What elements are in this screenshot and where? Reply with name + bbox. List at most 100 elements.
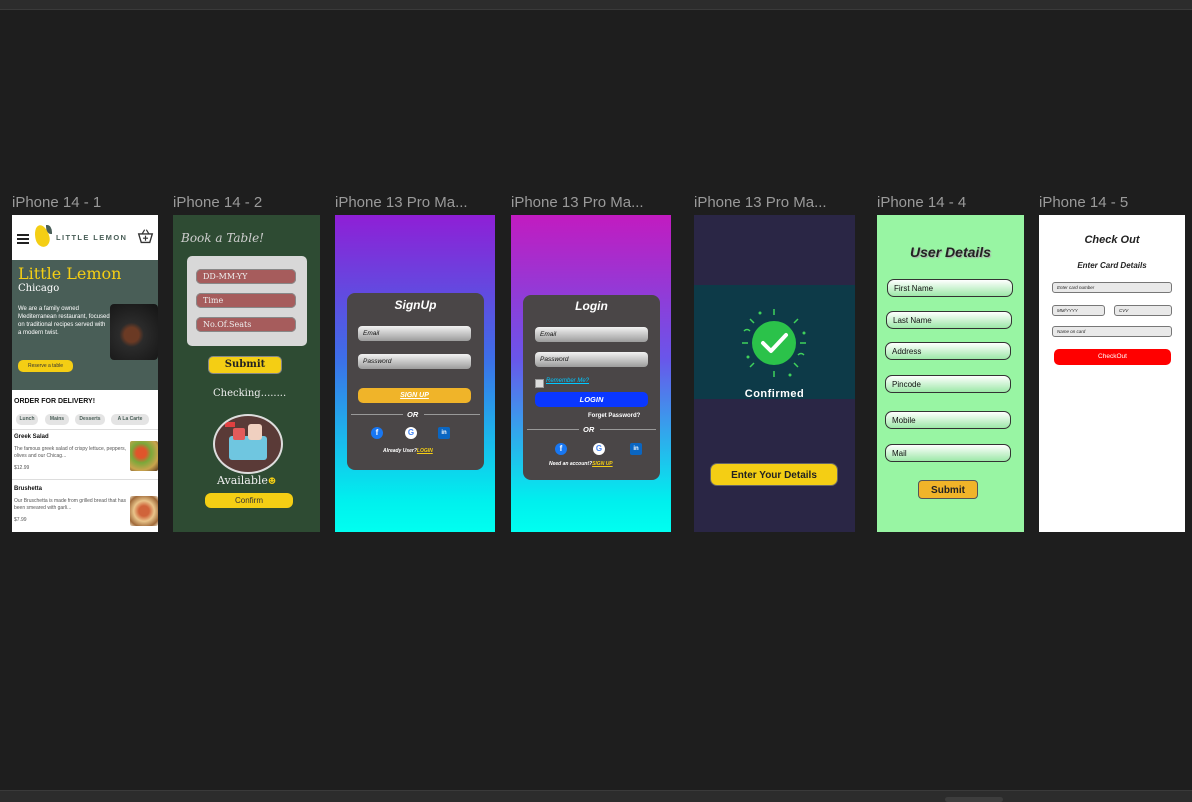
dish-name[interactable]: Brushetta (14, 486, 42, 492)
login-button[interactable]: LOGIN (535, 392, 648, 407)
frame-label-confirmed[interactable]: iPhone 13 Pro Ma... (694, 194, 854, 211)
category-lunch[interactable]: Lunch (16, 414, 38, 425)
remember-label[interactable]: Remember Me? (546, 378, 589, 384)
page-title: Check Out (1084, 234, 1140, 246)
signup-card: SignUp Email Password SIGN UP OR f G in … (347, 293, 484, 470)
dish-description: The famous greek salad of crispy lettuce… (14, 446, 127, 459)
reserve-table-button[interactable]: Reserve a table (18, 360, 73, 372)
available-text: Available☻ (217, 474, 276, 487)
signup-footer: Already User?LOGIN (383, 448, 433, 454)
signup-link[interactable]: SIGN UP (592, 461, 613, 467)
enter-details-button[interactable]: Enter Your Details (710, 463, 838, 486)
frame-label-iphone14-1[interactable]: iPhone 14 - 1 (12, 194, 158, 211)
card-number-field[interactable]: Enter card number (1052, 282, 1172, 293)
category-mains[interactable]: Mains (45, 414, 69, 425)
brand-name: LITTLE LEMON (56, 233, 128, 242)
greek-salad-image (130, 441, 158, 471)
dish-name[interactable]: Greek Salad (14, 434, 49, 440)
forgot-password-link[interactable]: Forget Password? (588, 413, 640, 419)
pincode-field[interactable]: Pincode (885, 375, 1011, 393)
restaurant-illustration (213, 414, 283, 474)
date-field[interactable]: DD-MM-YY (196, 269, 296, 284)
divider (527, 429, 579, 430)
mobile-field[interactable]: Mobile (885, 411, 1011, 429)
confirm-button[interactable]: Confirm (205, 493, 293, 508)
last-name-field[interactable]: Last Name (886, 311, 1012, 329)
or-text: OR (407, 410, 419, 419)
check-circle-icon (742, 309, 806, 377)
or-text: OR (583, 425, 595, 434)
scrollbar-handle[interactable] (945, 797, 1003, 802)
hero-subtitle: Chicago (18, 283, 60, 294)
login-card: Login Email Password Remember Me? LOGIN … (523, 295, 660, 480)
category-a-la-carte[interactable]: A La Carte (111, 414, 149, 425)
facebook-icon[interactable]: f (555, 443, 567, 455)
email-field[interactable]: Email (535, 327, 648, 342)
frame-confirmed[interactable]: Confirmed Enter Your Details (694, 215, 855, 532)
editor-bottom-bar (0, 790, 1192, 802)
confirmed-text: Confirmed (744, 388, 805, 400)
delivery-heading: ORDER FOR DELIVERY! (14, 398, 96, 405)
category-desserts[interactable]: Desserts (75, 414, 105, 425)
email-field[interactable]: Email (358, 326, 471, 341)
smile-icon: ☻ (267, 477, 277, 487)
checking-text: Checking........ (213, 388, 287, 399)
seats-field[interactable]: No.Of.Seats (196, 317, 296, 332)
password-field[interactable]: Password (358, 354, 471, 369)
footer-text: Need an account? (549, 461, 593, 467)
available-label: Available (217, 474, 268, 487)
frame-checkout[interactable]: Check Out Enter Card Details Enter card … (1039, 215, 1185, 532)
hero-section: Little Lemon Chicago We are a family own… (12, 260, 158, 390)
submit-button[interactable]: Submit (208, 356, 282, 374)
hero-description: We are a family owned Mediterranean rest… (18, 306, 110, 336)
frame-signup[interactable]: SignUp Email Password SIGN UP OR f G in … (335, 215, 495, 532)
remember-checkbox[interactable] (535, 379, 544, 388)
divider (12, 429, 158, 430)
google-icon[interactable]: G (405, 427, 417, 439)
mail-field[interactable]: Mail (885, 444, 1011, 462)
name-on-card-field[interactable]: Name on card (1052, 326, 1172, 337)
submit-button[interactable]: Submit (918, 480, 978, 499)
basket-icon[interactable] (137, 228, 154, 245)
frame-label-iphone14-5[interactable]: iPhone 14 - 5 (1039, 194, 1189, 211)
dish-price: $12.99 (14, 465, 30, 471)
hero-image (110, 304, 158, 360)
first-name-field[interactable]: First Name (887, 279, 1013, 297)
page-title: Book a Table! (181, 231, 264, 245)
page-title: User Details (910, 244, 991, 260)
bruschetta-image (130, 496, 158, 526)
login-title: Login (575, 299, 608, 313)
login-link[interactable]: LOGIN (417, 448, 433, 454)
linkedin-icon[interactable]: in (630, 443, 642, 455)
linkedin-icon[interactable]: in (438, 427, 450, 439)
divider (600, 429, 656, 430)
frame-user-details[interactable]: User Details First Name Last Name Addres… (877, 215, 1024, 532)
signup-button[interactable]: SIGN UP (358, 388, 471, 403)
dish-description: Our Bruschetta is made from grilled brea… (14, 498, 126, 511)
frame-book-table[interactable]: Book a Table! DD-MM-YY Time No.Of.Seats … (173, 215, 320, 532)
login-footer: Need an account?SIGN UP (549, 461, 613, 467)
frame-label-iphone14-4[interactable]: iPhone 14 - 4 (877, 194, 1027, 211)
frame-little-lemon-home[interactable]: LITTLE LEMON Little Lemon Chicago We are… (12, 215, 158, 532)
hero-title: Little Lemon (18, 264, 122, 283)
editor-top-bar (0, 0, 1192, 10)
expiry-field[interactable]: MM/YYYY (1052, 305, 1105, 316)
divider (424, 414, 480, 415)
divider (351, 414, 403, 415)
frame-login[interactable]: Login Email Password Remember Me? LOGIN … (511, 215, 671, 532)
dish-price: $7.99 (14, 517, 27, 523)
checkout-button[interactable]: CheckOut (1054, 349, 1171, 365)
hamburger-icon[interactable] (17, 234, 29, 246)
frame-label-signup[interactable]: iPhone 13 Pro Ma... (335, 194, 495, 211)
google-icon[interactable]: G (593, 443, 605, 455)
cvv-field[interactable]: CVV (1114, 305, 1172, 316)
time-field[interactable]: Time (196, 293, 296, 308)
password-field[interactable]: Password (535, 352, 648, 367)
footer-text: Already User? (383, 448, 417, 454)
section-subtitle: Enter Card Details (1077, 261, 1147, 270)
frame-label-login[interactable]: iPhone 13 Pro Ma... (511, 194, 671, 211)
facebook-icon[interactable]: f (371, 427, 383, 439)
frame-label-iphone14-2[interactable]: iPhone 14 - 2 (173, 194, 323, 211)
address-field[interactable]: Address (885, 342, 1011, 360)
signup-title: SignUp (394, 298, 437, 312)
